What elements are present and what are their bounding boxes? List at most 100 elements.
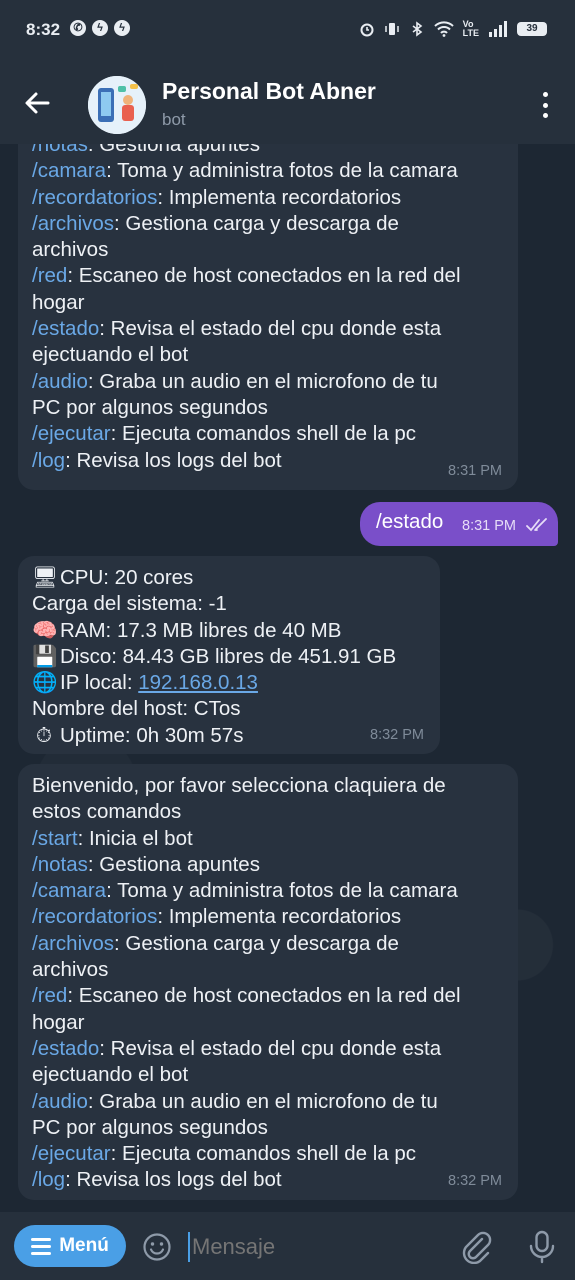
input-bar: Menú [0, 1212, 575, 1280]
chat-subtitle: bot [162, 110, 186, 129]
command-line: archivos [32, 957, 512, 983]
command-description: hogar [32, 1010, 85, 1034]
message-time: 8:31 PM [462, 518, 516, 534]
bot-avatar[interactable] [88, 76, 146, 134]
command-line: ejectuando el bot [32, 342, 512, 368]
read-checkmarks-icon [526, 518, 547, 532]
command-line: /estado: Revisa el estado del cpu donde … [32, 1036, 512, 1062]
command-line: /audio: Graba un audio en el microfono d… [32, 369, 512, 395]
command-description: archivos [32, 238, 109, 262]
command-description: PC por algunos segundos [32, 395, 268, 419]
battery-icon: 39 [517, 22, 547, 36]
command-description: : Revisa el estado del cpu donde esta [99, 317, 442, 341]
chat-header: Personal Bot Abner bot [0, 66, 575, 144]
intro-line-2: estos comandos [32, 800, 182, 824]
ip-link[interactable]: 192.168.0.13 [138, 671, 258, 694]
command-line: hogar [32, 1010, 512, 1036]
command-line: /camara: Toma y administra fotos de la c… [32, 158, 512, 184]
command-link[interactable]: /start [32, 827, 78, 850]
whatsapp-icon: ✆ [70, 20, 86, 36]
more-options-icon[interactable] [541, 92, 549, 118]
command-link[interactable]: /recordatorios [32, 905, 157, 928]
command-line: /archivos: Gestiona carga y descarga de [32, 931, 512, 957]
bluetooth-icon [412, 21, 422, 37]
command-link[interactable]: /recordatorios [32, 186, 157, 209]
command-line: /archivos: Gestiona carga y descarga de [32, 211, 512, 237]
command-description: : Implementa recordatorios [157, 185, 402, 209]
command-link[interactable]: /red [32, 984, 67, 1007]
command-description: : Escaneo de host conectados en la red d… [67, 984, 461, 1008]
command-line: PC por algunos segundos [32, 395, 512, 421]
back-arrow-icon[interactable] [22, 88, 52, 118]
command-link[interactable]: /archivos [32, 932, 114, 955]
ip-label: IP local: [60, 671, 139, 695]
command-link[interactable]: /estado [32, 1037, 99, 1060]
system-load: Carga del sistema: -1 [32, 592, 227, 616]
command-line: /log: Revisa los logs del bot [32, 1167, 512, 1193]
command-link[interactable]: /audio [32, 1090, 88, 1113]
command-description: : Gestiona apuntes [87, 852, 260, 876]
command-link[interactable]: /ejecutar [32, 422, 111, 445]
vibrate-icon [384, 23, 399, 35]
floppy-disk-icon: 💾 [32, 644, 58, 668]
command-link[interactable]: /estado [32, 317, 99, 340]
signal-icon [489, 21, 507, 37]
emoji-icon[interactable] [142, 1232, 172, 1262]
command-line: /red: Escaneo de host conectados en la r… [32, 983, 512, 1009]
stopwatch-icon: ⏱ [36, 723, 52, 747]
host-name: Nombre del host: CTos [32, 697, 241, 721]
command-description: : Revisa el estado del cpu donde esta [99, 1036, 442, 1060]
menu-button[interactable]: Menú [14, 1225, 126, 1267]
wifi-icon [433, 21, 454, 37]
bot-message-commands-1: /notas: Gestiona apuntes/camara: Toma y … [18, 144, 518, 490]
hamburger-icon [31, 1237, 52, 1255]
messenger-icon: ϟ [92, 20, 108, 36]
command-link[interactable]: /notas [32, 144, 88, 156]
message-text: /estado [376, 510, 444, 533]
message-text: Bienvenido, por favor selecciona claquie… [32, 773, 512, 1194]
command-link[interactable]: /log [32, 449, 65, 472]
command-description: : Revisa los logs del bot [65, 1168, 282, 1192]
message-input[interactable] [192, 1234, 442, 1260]
command-line: /notas: Gestiona apuntes [32, 144, 512, 158]
bot-message-status: 🖥CPU: 20 cores Carga del sistema: -1 🧠 RA… [18, 556, 440, 754]
notification-icons: ✆ ϟ ϟ [70, 20, 130, 36]
command-line: /recordatorios: Implementa recordatorios [32, 185, 512, 211]
command-link[interactable]: /camara [32, 159, 106, 182]
volte-icon: Vo LTE [462, 19, 479, 38]
messenger-icon-2: ϟ [114, 20, 130, 36]
message-time: 8:32 PM [370, 726, 424, 743]
menu-button-label: Menú [59, 1235, 109, 1256]
uptime-info: Uptime: 0h 30m 57s [60, 723, 244, 747]
command-link[interactable]: /audio [32, 370, 88, 393]
command-line: /camara: Toma y administra fotos de la c… [32, 878, 512, 904]
attach-icon[interactable] [460, 1230, 492, 1264]
command-link[interactable]: /log [32, 1168, 65, 1191]
system-icons: Vo LTE 39 [359, 20, 547, 38]
command-description: : Gestiona carga y descarga de [114, 931, 399, 955]
command-description: : Implementa recordatorios [157, 905, 402, 929]
command-description: hogar [32, 290, 85, 314]
command-line: /notas: Gestiona apuntes [32, 852, 512, 878]
command-line: hogar [32, 290, 512, 316]
command-description: : Toma y administra fotos de la camara [106, 159, 458, 183]
chat-title[interactable]: Personal Bot Abner [162, 78, 376, 105]
status-time: 8:32 [26, 20, 61, 39]
command-link[interactable]: /camara [32, 879, 106, 902]
command-link[interactable]: /archivos [32, 212, 114, 235]
microphone-icon[interactable] [528, 1230, 556, 1264]
command-link[interactable]: /notas [32, 853, 88, 876]
command-description: : Revisa los logs del bot [65, 448, 282, 472]
command-link[interactable]: /ejecutar [32, 1142, 111, 1165]
command-link[interactable]: /red [32, 264, 67, 287]
command-description: : Inicia el bot [77, 826, 193, 850]
ram-info: RAM: 17.3 MB libres de 40 MB [60, 618, 342, 642]
message-list[interactable]: /notas: Gestiona apuntes/camara: Toma y … [0, 144, 575, 1212]
message-text: /notas: Gestiona apuntes/camara: Toma y … [32, 144, 512, 474]
command-description: : Graba un audio en el microfono de tu [87, 369, 438, 393]
text-cursor [188, 1232, 190, 1262]
command-description: ejectuando el bot [32, 343, 189, 367]
command-description: : Ejecuta comandos shell de la pc [110, 1142, 417, 1166]
intro-line-1: Bienvenido, por favor selecciona claquie… [32, 774, 446, 797]
command-line: /audio: Graba un audio en el microfono d… [32, 1089, 512, 1115]
